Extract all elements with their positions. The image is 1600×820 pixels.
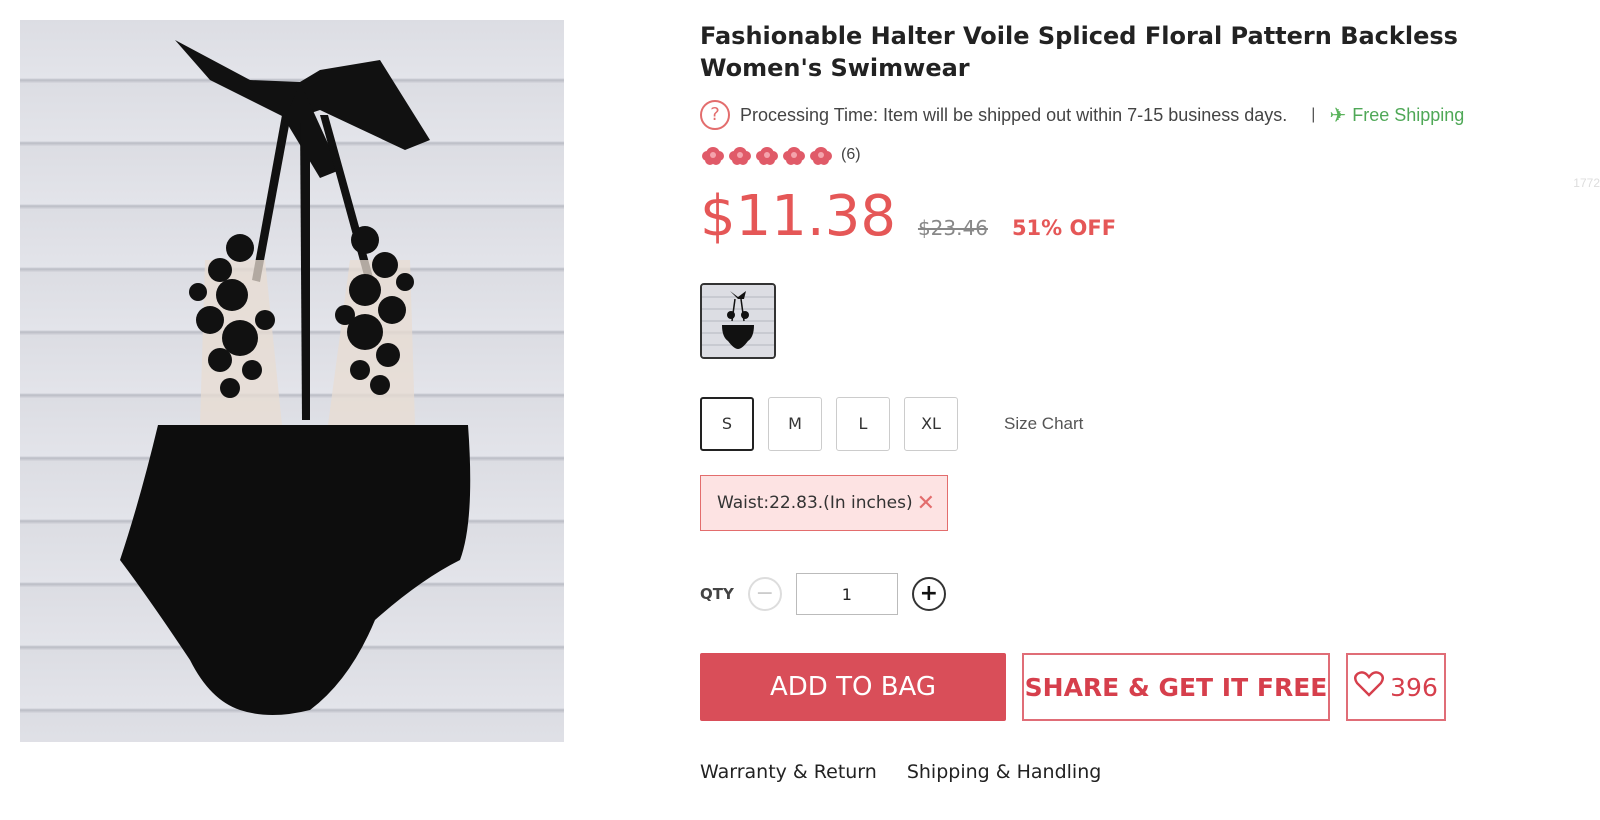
- review-count[interactable]: (6): [841, 146, 861, 164]
- processing-time-row: ? Processing Time: Item will be shipped …: [700, 100, 1580, 130]
- rose-icon: [754, 144, 780, 166]
- add-to-bag-button[interactable]: ADD TO BAG: [700, 653, 1006, 721]
- close-icon[interactable]: ✕: [917, 491, 935, 516]
- discount-badge: 51% OFF: [1011, 216, 1117, 240]
- rating-row[interactable]: (6): [700, 144, 1580, 166]
- size-option-m[interactable]: M: [768, 397, 822, 451]
- size-option-xl[interactable]: XL: [904, 397, 958, 451]
- share-get-free-button[interactable]: SHARE & GET IT FREE: [1022, 653, 1330, 721]
- price-row: $11.38 $23.46 51% OFF: [700, 184, 1580, 249]
- question-icon[interactable]: ?: [700, 100, 730, 130]
- rose-icon: [808, 144, 834, 166]
- favorites-count: 396: [1390, 672, 1438, 702]
- favorite-button[interactable]: 396: [1346, 653, 1446, 721]
- size-info-text: Waist:22.83.(In inches): [717, 493, 913, 513]
- heart-icon: [1354, 671, 1385, 703]
- swimsuit-illustration: [120, 40, 471, 715]
- ghost-number: 1772: [1573, 176, 1600, 190]
- rose-icon: [700, 144, 726, 166]
- plane-icon: ✈: [1329, 104, 1347, 127]
- tab-warranty-return[interactable]: Warranty & Return: [700, 761, 877, 783]
- info-tabs: Warranty & Return Shipping & Handling: [700, 761, 1580, 783]
- size-option-l[interactable]: L: [836, 397, 890, 451]
- product-info: Fashionable Halter Voile Spliced Floral …: [700, 20, 1600, 783]
- swatch-thumbnail: [702, 285, 774, 357]
- plus-icon[interactable]: +: [911, 577, 946, 611]
- product-image[interactable]: [20, 20, 564, 742]
- current-price: $11.38: [700, 184, 896, 249]
- size-info-note: Waist:22.83.(In inches) ✕: [700, 475, 949, 531]
- free-shipping-link[interactable]: Free Shipping: [1352, 105, 1464, 126]
- size-option-s[interactable]: S: [700, 397, 754, 451]
- color-swatch[interactable]: [700, 283, 776, 359]
- size-chart-link[interactable]: Size Chart: [1004, 414, 1083, 434]
- processing-time-text: Processing Time: Item will be shipped ou…: [740, 104, 1288, 125]
- rose-icon: [727, 144, 753, 166]
- qty-input[interactable]: [795, 573, 898, 615]
- quantity-stepper: QTY − +: [700, 573, 1580, 615]
- minus-icon[interactable]: −: [747, 577, 782, 611]
- tab-shipping-handling[interactable]: Shipping & Handling: [907, 761, 1101, 783]
- separator: |: [1311, 106, 1316, 123]
- action-buttons: ADD TO BAG SHARE & GET IT FREE 396: [700, 653, 1580, 721]
- product-title: Fashionable Halter Voile Spliced Floral …: [700, 22, 1458, 82]
- qty-label: QTY: [700, 585, 734, 603]
- original-price: $23.46: [917, 216, 988, 240]
- size-selector: S M L XL Size Chart: [700, 397, 1580, 451]
- rose-icon: [781, 144, 807, 166]
